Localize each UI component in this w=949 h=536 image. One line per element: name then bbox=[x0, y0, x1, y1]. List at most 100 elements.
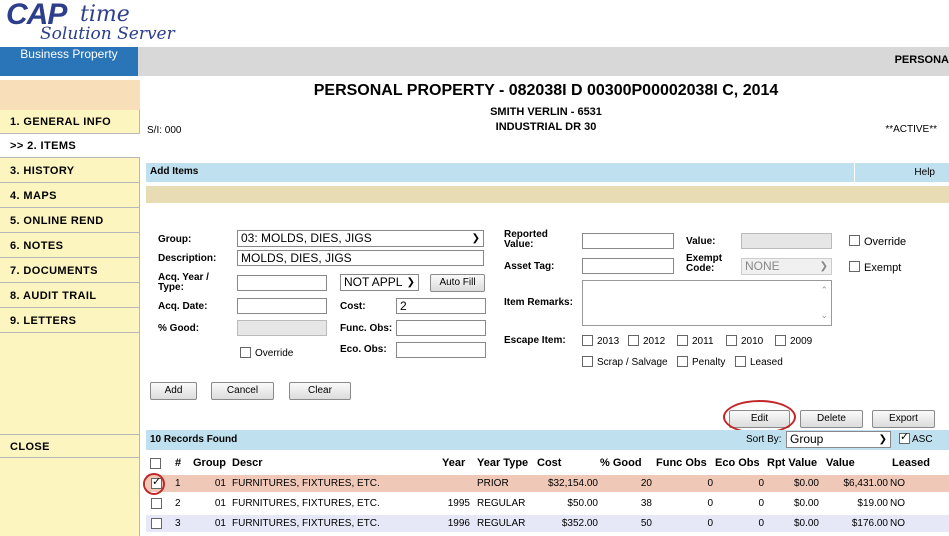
cell-pct-good: 20 bbox=[640, 478, 652, 489]
escape-2013-label: 2013 bbox=[597, 336, 620, 347]
acq-year-label: Acq. Year / Type: bbox=[158, 272, 209, 293]
row-checkbox[interactable] bbox=[151, 518, 162, 529]
asset-tag-input[interactable] bbox=[582, 258, 674, 274]
sidebar-item-history[interactable]: 3. HISTORY bbox=[0, 159, 140, 183]
col-year[interactable]: Year bbox=[442, 457, 465, 469]
col-value[interactable]: Value bbox=[826, 457, 855, 469]
row-checkbox[interactable] bbox=[151, 498, 162, 509]
sidebar-item-general-info[interactable]: 1. GENERAL INFO bbox=[0, 110, 140, 134]
cell-eco-obs: 0 bbox=[758, 498, 764, 509]
escape-2012-label: 2012 bbox=[643, 336, 666, 347]
table-header: # Group Descr Year Year Type Cost % Good… bbox=[146, 457, 949, 472]
sidebar-item-online-rend[interactable]: 5. ONLINE REND bbox=[0, 209, 140, 233]
cell-func-obs: 0 bbox=[707, 518, 713, 529]
year-type-value: NOT APPL bbox=[344, 275, 403, 289]
group-label: Group: bbox=[158, 234, 192, 245]
cell-pct-good: 38 bbox=[640, 498, 652, 509]
pct-good-input[interactable] bbox=[237, 320, 327, 336]
clear-button[interactable]: Clear bbox=[289, 382, 351, 400]
business-property-tab[interactable]: Business Property bbox=[0, 47, 138, 76]
sidebar-item-letters[interactable]: 9. LETTERS bbox=[0, 309, 140, 333]
col-descr[interactable]: Descr bbox=[232, 457, 263, 469]
exempt-checkbox[interactable] bbox=[849, 261, 860, 272]
sidebar-item-notes[interactable]: 6. NOTES bbox=[0, 234, 140, 258]
item-remarks-textarea[interactable]: ⌃ ⌄ bbox=[582, 280, 832, 326]
override-checkbox[interactable] bbox=[240, 347, 251, 358]
chevron-down-icon: ❯ bbox=[878, 434, 887, 445]
asc-label: ASC bbox=[912, 434, 933, 445]
col-group[interactable]: Group bbox=[193, 457, 226, 469]
cell-func-obs: 0 bbox=[707, 498, 713, 509]
auto-fill-button[interactable]: Auto Fill bbox=[430, 274, 485, 292]
func-obs-label: Func. Obs: bbox=[340, 323, 393, 334]
escape-2013-checkbox[interactable] bbox=[582, 335, 593, 346]
col-num[interactable]: # bbox=[175, 457, 181, 469]
col-eco-obs[interactable]: Eco Obs bbox=[715, 457, 760, 469]
exempt-code-select[interactable]: NONE ❯ bbox=[741, 258, 832, 275]
leased-checkbox[interactable] bbox=[735, 356, 746, 367]
acq-year-input[interactable] bbox=[237, 275, 327, 291]
eco-obs-input[interactable] bbox=[396, 342, 486, 358]
cell-group: 01 bbox=[214, 478, 226, 489]
owner-name: SMITH VERLIN - 6531 bbox=[490, 106, 602, 118]
sort-by-select[interactable]: Group ❯ bbox=[786, 431, 891, 448]
value-label: Value: bbox=[686, 236, 716, 247]
description-input[interactable]: MOLDS, DIES, JIGS bbox=[237, 250, 484, 266]
item-remarks-label: Item Remarks: bbox=[504, 297, 573, 308]
cell-value: $19.00 bbox=[857, 498, 888, 509]
asc-checkbox[interactable]: ✓ bbox=[899, 431, 910, 444]
cell-value: $6,431.00 bbox=[843, 478, 889, 489]
group-select[interactable]: 03: MOLDS, DIES, JIGS ❯ bbox=[237, 230, 484, 247]
escape-2009-checkbox[interactable] bbox=[775, 335, 786, 346]
sidebar-item-items[interactable]: >> 2. ITEMS bbox=[0, 134, 140, 158]
escape-2009-label: 2009 bbox=[790, 336, 813, 347]
col-rpt-value[interactable]: Rpt Value bbox=[767, 457, 817, 469]
sidebar-item-audit-trail[interactable]: 8. AUDIT TRAIL bbox=[0, 284, 140, 308]
col-func-obs[interactable]: Func Obs bbox=[656, 457, 707, 469]
func-obs-input[interactable] bbox=[396, 320, 486, 336]
table-row[interactable]: ✓ 1 01 FURNITURES, FIXTURES, ETC. PRIOR … bbox=[146, 475, 949, 492]
export-button[interactable]: Export bbox=[872, 410, 935, 428]
row-highlight-circle bbox=[143, 473, 165, 495]
description-label: Description: bbox=[158, 253, 217, 264]
col-cost[interactable]: Cost bbox=[537, 457, 561, 469]
reported-value-label: Reported Value: bbox=[504, 229, 548, 250]
sidebar-item-maps[interactable]: 4. MAPS bbox=[0, 184, 140, 208]
checkmark-icon: ✓ bbox=[900, 431, 910, 443]
override-right-label: Override bbox=[864, 236, 907, 248]
reported-value-input[interactable] bbox=[582, 233, 674, 249]
value-input[interactable] bbox=[741, 233, 832, 249]
cell-group: 01 bbox=[214, 498, 226, 509]
penalty-checkbox[interactable] bbox=[677, 356, 688, 367]
table-row[interactable]: 2 01 FURNITURES, FIXTURES, ETC. 1995 REG… bbox=[146, 495, 949, 512]
escape-2012-checkbox[interactable] bbox=[628, 335, 639, 346]
add-button[interactable]: Add bbox=[150, 382, 197, 400]
table-row[interactable]: 3 01 FURNITURES, FIXTURES, ETC. 1996 REG… bbox=[146, 515, 949, 532]
escape-2010-checkbox[interactable] bbox=[726, 335, 737, 346]
override-right-checkbox[interactable] bbox=[849, 235, 860, 246]
cost-input[interactable]: 2 bbox=[396, 298, 486, 314]
acq-date-input[interactable] bbox=[237, 298, 327, 314]
cost-label: Cost: bbox=[340, 301, 366, 312]
cancel-button[interactable]: Cancel bbox=[211, 382, 274, 400]
cell-eco-obs: 0 bbox=[758, 478, 764, 489]
cell-cost: $32,154.00 bbox=[547, 478, 598, 489]
scrap-salvage-checkbox[interactable] bbox=[582, 356, 593, 367]
cell-num: 2 bbox=[175, 498, 181, 509]
escape-2011-label: 2011 bbox=[692, 336, 714, 347]
add-items-bar bbox=[146, 163, 949, 182]
col-pct-good[interactable]: % Good bbox=[600, 457, 642, 469]
help-link[interactable]: Help bbox=[854, 163, 949, 182]
select-all-checkbox[interactable] bbox=[150, 458, 161, 469]
year-type-select[interactable]: NOT APPL ❯ bbox=[340, 274, 419, 291]
chevron-down-icon: ❯ bbox=[406, 277, 415, 288]
header-right-label: PERSONA bbox=[894, 54, 949, 66]
sidebar-close[interactable]: CLOSE bbox=[0, 434, 140, 458]
escape-2011-checkbox[interactable] bbox=[677, 335, 688, 346]
cell-rpt-value: $0.00 bbox=[793, 518, 819, 529]
col-year-type[interactable]: Year Type bbox=[477, 457, 528, 469]
sort-by-label: Sort By: bbox=[746, 434, 782, 445]
sidebar-item-documents[interactable]: 7. DOCUMENTS bbox=[0, 259, 140, 283]
col-leased[interactable]: Leased bbox=[892, 457, 930, 469]
delete-button[interactable]: Delete bbox=[800, 410, 863, 428]
